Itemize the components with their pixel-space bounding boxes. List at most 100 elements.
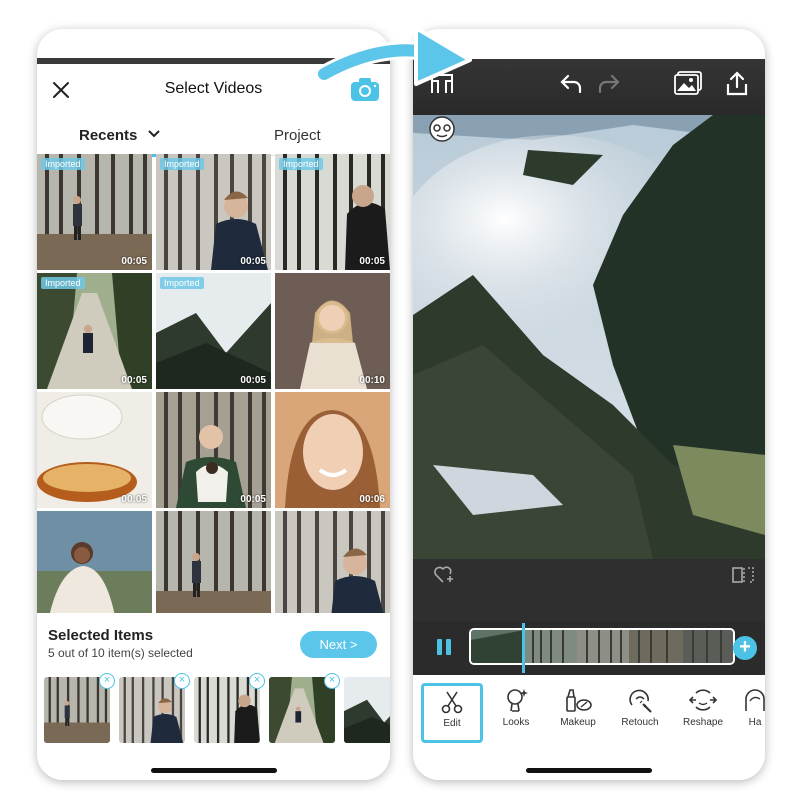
pause-icon[interactable] bbox=[435, 638, 453, 656]
tool-reshape-label: Reshape bbox=[682, 717, 724, 728]
video-thumbnail[interactable]: 00:05 bbox=[156, 392, 271, 508]
tool-retouch-label: Retouch bbox=[621, 717, 659, 728]
thumbnail-image bbox=[156, 154, 271, 270]
editor-tools-bar: Edit Looks Makeup Retouch Reshape Ha bbox=[413, 675, 765, 780]
tab-recents[interactable]: Recents bbox=[79, 127, 160, 144]
home-indicator bbox=[526, 768, 652, 773]
tool-reshape[interactable]: Reshape bbox=[672, 683, 734, 743]
selected-thumbnail[interactable] bbox=[119, 677, 185, 743]
video-duration: 00:05 bbox=[240, 494, 266, 505]
video-thumbnail[interactable] bbox=[275, 511, 390, 613]
video-duration: 00:06 bbox=[359, 494, 385, 505]
video-thumbnail[interactable] bbox=[156, 511, 271, 613]
transition-arrow-icon bbox=[318, 26, 472, 86]
video-thumbnail[interactable]: Imported 00:05 bbox=[156, 154, 271, 270]
selected-thumbnail[interactable] bbox=[269, 677, 335, 743]
imported-badge: Imported bbox=[160, 158, 204, 170]
selected-thumbnail[interactable] bbox=[194, 677, 260, 743]
playhead[interactable] bbox=[522, 623, 525, 673]
thumbnail-image bbox=[156, 511, 271, 613]
timeline: + bbox=[413, 621, 765, 675]
selected-count: 5 out of 10 item(s) selected bbox=[48, 646, 193, 660]
add-clip-button[interactable]: + bbox=[733, 636, 757, 660]
video-duration: 00:05 bbox=[359, 256, 385, 267]
timeline-clip-strip[interactable] bbox=[469, 628, 735, 665]
video-duration: 00:05 bbox=[121, 256, 147, 267]
tool-edit-label: Edit bbox=[443, 718, 461, 729]
imported-badge: Imported bbox=[41, 158, 85, 170]
reshape-icon bbox=[688, 689, 718, 711]
video-thumbnail[interactable] bbox=[37, 511, 152, 613]
remove-selected-icon[interactable]: × bbox=[324, 673, 340, 689]
export-icon[interactable] bbox=[725, 71, 749, 97]
tool-retouch[interactable]: Retouch bbox=[609, 683, 671, 743]
imported-badge: Imported bbox=[279, 158, 323, 170]
tool-hair[interactable]: Ha bbox=[735, 683, 765, 743]
preview-controls-bar bbox=[413, 559, 765, 621]
video-duration: 00:05 bbox=[240, 375, 266, 386]
thumbnail-image bbox=[269, 677, 335, 743]
compare-icon[interactable] bbox=[731, 565, 755, 585]
tab-project[interactable]: Project bbox=[274, 127, 321, 144]
face-detect-icon[interactable] bbox=[427, 115, 457, 143]
thumbnail-image bbox=[44, 677, 110, 743]
thumbnail-image bbox=[119, 677, 185, 743]
video-thumbnail[interactable]: 00:05 bbox=[37, 392, 152, 508]
video-thumbnail[interactable]: Imported 00:05 bbox=[37, 154, 152, 270]
thumbnail-image bbox=[37, 511, 152, 613]
timeline-frames bbox=[471, 630, 733, 663]
looks-icon bbox=[507, 689, 528, 712]
editor-screen: + Edit Looks Makeup Retouch Reshape Ha bbox=[413, 29, 765, 780]
favorite-add-icon[interactable] bbox=[433, 565, 455, 585]
remove-selected-icon[interactable]: × bbox=[249, 673, 265, 689]
thumbnail-image bbox=[156, 273, 271, 389]
thumbnail-image bbox=[194, 677, 260, 743]
select-videos-screen: Select Videos Recents Project Imported 00… bbox=[37, 29, 390, 780]
selected-thumbnails: ××××× bbox=[44, 673, 390, 745]
imported-badge: Imported bbox=[41, 277, 85, 289]
remove-selected-icon[interactable]: × bbox=[99, 673, 115, 689]
redo-icon[interactable] bbox=[597, 73, 621, 95]
thumbnail-image bbox=[275, 392, 390, 508]
mountain-valley-image bbox=[413, 115, 765, 559]
tool-makeup[interactable]: Makeup bbox=[547, 683, 609, 743]
hair-icon bbox=[745, 689, 765, 711]
video-duration: 00:05 bbox=[121, 375, 147, 386]
thumbnail-image bbox=[275, 511, 390, 613]
selected-thumbnail[interactable] bbox=[344, 677, 390, 743]
chevron-down-icon bbox=[147, 130, 160, 138]
remove-selected-icon[interactable]: × bbox=[174, 673, 190, 689]
video-thumbnail[interactable]: Imported 00:05 bbox=[156, 273, 271, 389]
selected-items-panel: Selected Items 5 out of 10 item(s) selec… bbox=[37, 615, 390, 780]
tab-recents-label: Recents bbox=[79, 127, 138, 144]
thumbnail-image bbox=[37, 392, 152, 508]
video-thumbnail[interactable]: Imported 00:05 bbox=[275, 154, 390, 270]
gallery-icon[interactable] bbox=[673, 70, 703, 96]
video-duration: 00:05 bbox=[240, 256, 266, 267]
makeup-icon bbox=[566, 689, 592, 712]
retouch-icon bbox=[629, 689, 652, 713]
selected-items-title: Selected Items bbox=[48, 627, 154, 644]
video-preview[interactable] bbox=[413, 115, 765, 559]
imported-badge: Imported bbox=[160, 277, 204, 289]
thumbnail-image bbox=[275, 154, 390, 270]
tool-makeup-label: Makeup bbox=[560, 717, 596, 728]
thumbnail-image bbox=[344, 677, 390, 743]
video-duration: 00:10 bbox=[359, 375, 385, 386]
thumbnail-image bbox=[37, 273, 152, 389]
thumbnail-image bbox=[156, 392, 271, 508]
video-thumbnail[interactable]: Imported 00:05 bbox=[37, 273, 152, 389]
tool-looks-label: Looks bbox=[502, 717, 530, 728]
tab-bar: Recents Project bbox=[37, 116, 390, 157]
thumbnail-image bbox=[37, 154, 152, 270]
next-button[interactable]: Next > bbox=[300, 631, 377, 658]
tool-looks[interactable]: Looks bbox=[485, 683, 547, 743]
video-thumbnail[interactable]: 00:10 bbox=[275, 273, 390, 389]
video-thumbnail[interactable]: 00:06 bbox=[275, 392, 390, 508]
thumbnail-image bbox=[275, 273, 390, 389]
tool-hair-label: Ha bbox=[748, 717, 762, 728]
undo-icon[interactable] bbox=[559, 73, 583, 95]
tool-edit[interactable]: Edit bbox=[421, 683, 483, 743]
video-duration: 00:05 bbox=[121, 494, 147, 505]
selected-thumbnail[interactable] bbox=[44, 677, 110, 743]
